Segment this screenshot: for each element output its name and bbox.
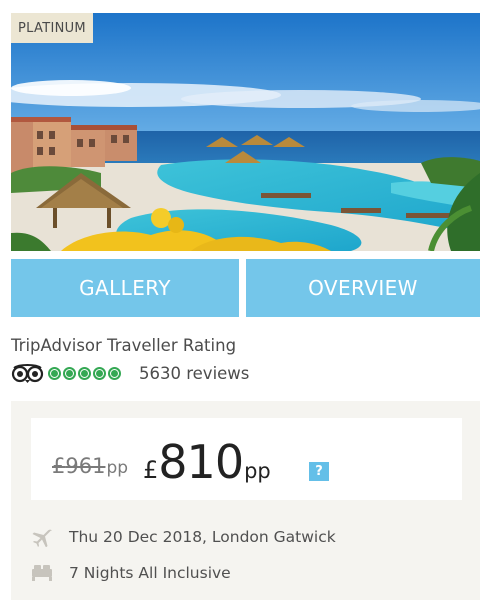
rating-bubble-filled <box>78 366 91 380</box>
platinum-badge: PLATINUM <box>11 13 93 43</box>
price-panel: £961 pp £810 pp ? Thu 20 Dec 2018, London… <box>11 401 480 600</box>
rating-bubble-filled <box>108 366 121 380</box>
rating-bubble-filled <box>63 366 76 380</box>
plane-icon <box>32 529 52 547</box>
gallery-button[interactable]: GALLERY <box>11 259 239 317</box>
overview-button[interactable]: OVERVIEW <box>246 259 480 317</box>
tripadvisor-owl-icon <box>11 364 44 383</box>
board-info: 7 Nights All Inclusive <box>31 563 231 583</box>
hotel-hero-image[interactable] <box>11 13 480 251</box>
rating-bubbles <box>48 366 123 380</box>
resort-pool-photo <box>11 13 480 251</box>
price-amount: 810 <box>158 435 244 489</box>
old-price-amount: 961 <box>65 454 106 478</box>
review-count[interactable]: 5630 reviews <box>139 364 249 383</box>
price-suffix: pp <box>244 459 271 483</box>
price-help-icon[interactable]: ? <box>309 462 329 481</box>
old-price-currency: £ <box>52 454 66 478</box>
price-currency: £ <box>143 456 159 484</box>
rating-label: TripAdvisor Traveller Rating <box>11 336 237 355</box>
board-text: 7 Nights All Inclusive <box>69 564 231 582</box>
bed-icon <box>32 565 52 581</box>
current-price: £810 pp <box>143 434 271 490</box>
rating-bubble-filled <box>48 366 61 380</box>
price-card: £961 pp £810 pp ? <box>31 418 462 500</box>
old-price-suffix: pp <box>106 458 129 478</box>
tripadvisor-rating[interactable]: 5630 reviews <box>11 362 249 384</box>
flight-info: Thu 20 Dec 2018, London Gatwick <box>31 527 336 547</box>
flight-text: Thu 20 Dec 2018, London Gatwick <box>69 528 336 546</box>
old-price: £961 pp <box>52 454 128 478</box>
rating-bubble-filled <box>93 366 106 380</box>
